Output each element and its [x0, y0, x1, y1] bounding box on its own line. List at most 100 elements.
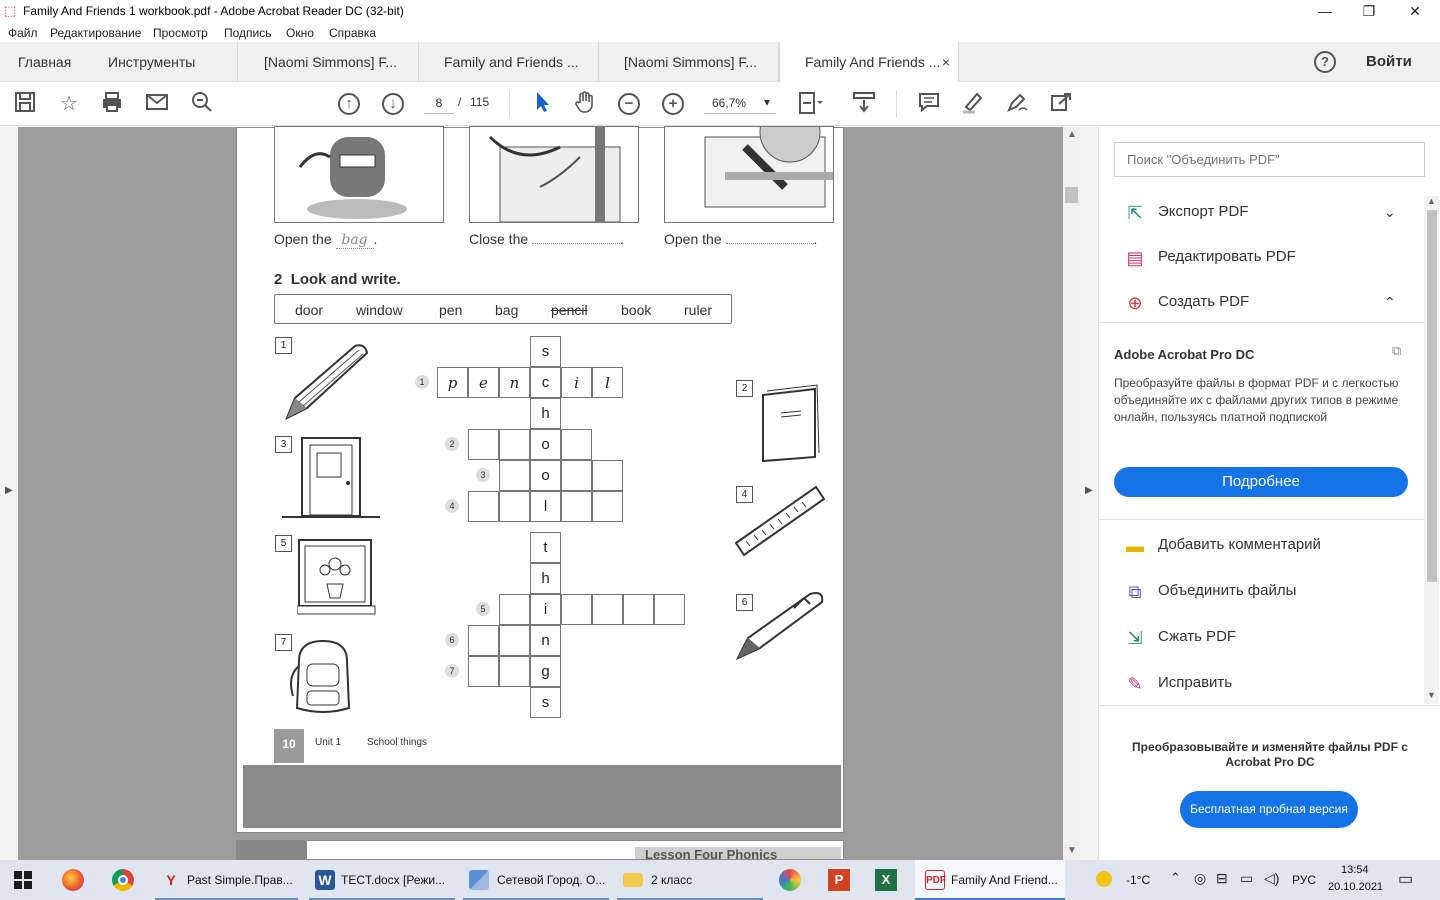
firefox-icon[interactable] [62, 869, 84, 891]
fill-sign-item[interactable]: ✎ Исправить [1124, 667, 1414, 699]
notifications-icon[interactable]: ▭ [1398, 869, 1413, 889]
chevron-up-icon[interactable]: ⌃ [1384, 286, 1396, 318]
taskbar-item-word[interactable]: W TECT.docx [Режи... [309, 860, 455, 900]
taskbar-item-yandex[interactable]: Y Past Simple.Прав... [155, 860, 298, 900]
scroll-down-icon[interactable]: ▼ [1067, 845, 1077, 856]
crossword-cell: e [468, 367, 499, 398]
create-pdf-item[interactable]: ⊕ Создать PDF ⌃ [1124, 286, 1414, 318]
tab-document-2[interactable]: Family and Friends ... [419, 42, 599, 82]
right-panel-toggle[interactable]: ▶ [1080, 127, 1098, 860]
taskbar-item-label: TECT.docx [Режи... [341, 873, 446, 887]
left-panel-toggle[interactable]: ▶ [0, 127, 18, 860]
taskbar-item-label: Family And Friend... [951, 873, 1058, 887]
menu-help[interactable]: Справка [329, 26, 376, 40]
panel-divider [1098, 322, 1424, 323]
hand-tool-icon[interactable] [571, 90, 599, 118]
close-window-button[interactable]: ✕ [1392, 0, 1438, 22]
volume-icon[interactable]: ◁) [1264, 870, 1279, 887]
excel-icon[interactable]: X [875, 869, 897, 891]
tab-close-icon[interactable]: × [942, 42, 950, 82]
scroll-mode-icon[interactable] [850, 90, 878, 118]
tab-document-3[interactable]: [Naomi Simmons] F... [599, 42, 779, 82]
combine-files-label: Объединить файлы [1158, 582, 1297, 599]
export-pdf-item[interactable]: ⇱ Экспорт PDF ⌄ [1124, 196, 1414, 228]
menu-file[interactable]: Файл [8, 26, 38, 40]
comment-icon[interactable] [915, 90, 943, 118]
tab-document-label: [Naomi Simmons] F... [624, 54, 758, 70]
paint-icon[interactable] [779, 869, 801, 891]
weather-temp[interactable]: -1°C [1126, 873, 1150, 887]
scroll-up-icon[interactable]: ▲ [1427, 196, 1436, 206]
minimize-button[interactable]: — [1302, 0, 1348, 22]
taskbar-item-folder[interactable]: 2 класс [617, 860, 763, 900]
help-icon[interactable]: ? [1314, 51, 1336, 73]
sign-pen-icon[interactable] [1003, 90, 1031, 118]
select-cursor-icon[interactable] [528, 90, 556, 118]
windows-start-icon[interactable] [14, 871, 32, 894]
clock-time[interactable]: 13:54 [1341, 864, 1369, 876]
free-trial-button[interactable]: Бесплатная пробная версия [1180, 791, 1358, 828]
weather-icon[interactable] [1096, 871, 1112, 887]
zoom-level-select[interactable]: 66,7% ▾ [704, 92, 776, 114]
language-indicator[interactable]: РУС [1292, 873, 1316, 887]
menu-edit[interactable]: Редактирование [50, 26, 141, 40]
scroll-down-icon[interactable]: ▼ [1427, 690, 1436, 700]
tray-chevron-icon[interactable]: ⌃ [1170, 870, 1181, 886]
clue-number: 2 [445, 437, 459, 451]
crossword-cell: h [530, 563, 561, 594]
print-icon[interactable] [98, 90, 126, 118]
exercise-heading: 2 Look and write. [274, 271, 401, 288]
tools-search-input[interactable] [1114, 142, 1425, 177]
pencil-picture [285, 344, 369, 421]
previous-page-icon[interactable]: ↑ [338, 93, 360, 115]
panel-scrollbar[interactable]: ▲ ▼ [1424, 196, 1439, 704]
title-bar: ⬚ Family And Friends 1 workbook.pdf - Ad… [0, 0, 1440, 22]
scrollbar-thumb[interactable] [1427, 210, 1437, 582]
chrome-icon[interactable] [112, 869, 134, 891]
powerpoint-icon[interactable]: P [828, 869, 850, 891]
yandex-icon: Y [166, 872, 176, 888]
menu-sign[interactable]: Подпись [224, 26, 272, 40]
zoom-out-icon[interactable]: − [618, 93, 640, 115]
menu-view[interactable]: Просмотр [153, 26, 208, 40]
network-icon[interactable]: ◎ [1194, 870, 1206, 887]
edit-pdf-item[interactable]: ▤ Редактировать PDF [1124, 241, 1414, 273]
collapse-arrow-icon[interactable]: ▶ [1085, 485, 1093, 496]
bookmark-star-icon[interactable]: ☆ [55, 90, 83, 118]
email-icon[interactable] [143, 90, 171, 118]
menu-window[interactable]: Окно [286, 26, 314, 40]
maximize-button[interactable]: ❐ [1346, 0, 1392, 22]
page-number-input[interactable] [424, 92, 454, 114]
highlight-pen-icon[interactable] [959, 90, 987, 118]
tab-home[interactable]: Главная [18, 42, 98, 82]
copy-icon[interactable]: ⧉ [1392, 343, 1401, 359]
next-page-icon[interactable]: ↓ [382, 93, 404, 115]
tray-app-icon[interactable]: ⊟ [1216, 870, 1228, 887]
fit-page-icon[interactable] [796, 90, 824, 118]
taskbar: Y Past Simple.Прав... W TECT.docx [Режи.… [0, 860, 1440, 900]
zoom-in-icon[interactable]: + [662, 93, 684, 115]
scroll-up-icon[interactable]: ▲ [1067, 129, 1077, 140]
share-icon[interactable] [1047, 90, 1075, 118]
signin-button[interactable]: Войти [1366, 53, 1412, 70]
tab-document-4[interactable]: Family And Friends ... × [779, 42, 959, 82]
zoom-search-icon[interactable] [188, 90, 216, 118]
tab-document-1[interactable]: [Naomi Simmons] F... [239, 42, 419, 82]
taskbar-item-netcity[interactable]: Сетевой Город. О... [463, 860, 609, 900]
chevron-down-icon[interactable]: ⌄ [1384, 196, 1396, 228]
learn-more-button[interactable]: Подробнее [1114, 467, 1408, 497]
crossword-cell-empty [561, 429, 592, 460]
scrollbar-thumb[interactable] [1065, 187, 1078, 203]
save-icon[interactable] [11, 90, 39, 118]
document-scrollbar[interactable]: ▲ ▼ [1063, 127, 1080, 860]
expand-arrow-icon[interactable]: ▶ [5, 485, 13, 496]
add-comment-item[interactable]: ▬ Добавить комментарий [1124, 529, 1414, 561]
display-icon[interactable]: ▭ [1240, 870, 1253, 887]
tab-tools[interactable]: Инструменты [108, 42, 238, 82]
window-picture [297, 539, 376, 615]
compress-pdf-item[interactable]: ⇲ Сжать PDF [1124, 621, 1414, 653]
tab-tools-label: Инструменты [108, 54, 196, 70]
taskbar-item-acrobat[interactable]: PDF Family And Friend... [915, 860, 1065, 900]
clock-date[interactable]: 20.10.2021 [1328, 881, 1383, 893]
combine-files-item[interactable]: ⧉ Объединить файлы [1124, 575, 1414, 607]
